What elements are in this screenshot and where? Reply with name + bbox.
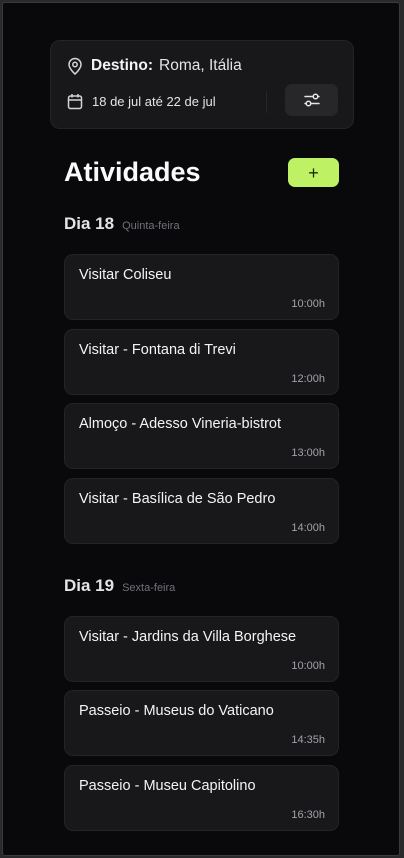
destination-row: Destino: Roma, Itália [67, 57, 242, 75]
trip-header: Destino: Roma, Itália 18 de jul até 22 d… [50, 40, 354, 129]
activity-time: 12:00h [291, 373, 325, 385]
destination-value: Roma, Itália [159, 57, 242, 74]
destination-label: Destino: [91, 57, 153, 74]
date-row: 18 de jul até 22 de jul [67, 93, 216, 110]
add-activity-button[interactable]: + [288, 158, 339, 187]
sliders-icon [303, 93, 320, 107]
activity-time: 14:00h [291, 522, 325, 534]
activity-time: 14:35h [291, 734, 325, 746]
day-heading: Dia 19 Sexta-feira [64, 576, 175, 596]
day-title: Dia 18 [64, 214, 115, 233]
app-window: Destino: Roma, Itália 18 de jul até 22 d… [2, 2, 400, 856]
calendar-icon [67, 94, 83, 110]
page-title: Atividades [64, 157, 201, 187]
activity-card[interactable]: Visitar - Fontana di Trevi 12:00h [64, 329, 339, 395]
activity-name: Visitar - Jardins da Villa Borghese [79, 629, 297, 645]
plus-icon: + [308, 162, 319, 183]
day-heading: Dia 18 Quinta-feira [64, 214, 180, 234]
activity-time: 10:00h [291, 298, 325, 310]
activity-card[interactable]: Visitar - Jardins da Villa Borghese 10:0… [64, 616, 339, 682]
activity-time: 13:00h [291, 447, 325, 459]
activity-card[interactable]: Almoço - Adesso Vineria-bistrot 13:00h [64, 403, 339, 469]
activity-name: Passeio - Museu Capitolino [79, 778, 256, 794]
day-weekday: Quinta-feira [122, 220, 180, 232]
activity-card[interactable]: Visitar - Basílica de São Pedro 14:00h [64, 478, 339, 544]
day-weekday: Sexta-feira [122, 582, 176, 594]
day-title: Dia 19 [64, 576, 115, 595]
activity-card[interactable]: Passeio - Museu Capitolino 16:30h [64, 765, 339, 831]
activity-card[interactable]: Visitar Coliseu 10:00h [64, 254, 339, 320]
map-pin-icon [68, 57, 82, 75]
activity-name: Visitar Coliseu [79, 267, 172, 283]
trip-settings-button[interactable] [285, 84, 338, 116]
activity-name: Visitar - Basílica de São Pedro [79, 491, 276, 507]
activity-time: 10:00h [291, 660, 325, 672]
activity-name: Passeio - Museus do Vaticano [79, 703, 274, 719]
divider [266, 91, 267, 113]
activity-time: 16:30h [291, 809, 325, 821]
activity-card[interactable]: Passeio - Museus do Vaticano 14:35h [64, 690, 339, 756]
activity-name: Almoço - Adesso Vineria-bistrot [79, 416, 282, 432]
activity-name: Visitar - Fontana di Trevi [79, 342, 236, 358]
date-range: 18 de jul até 22 de jul [92, 94, 216, 109]
